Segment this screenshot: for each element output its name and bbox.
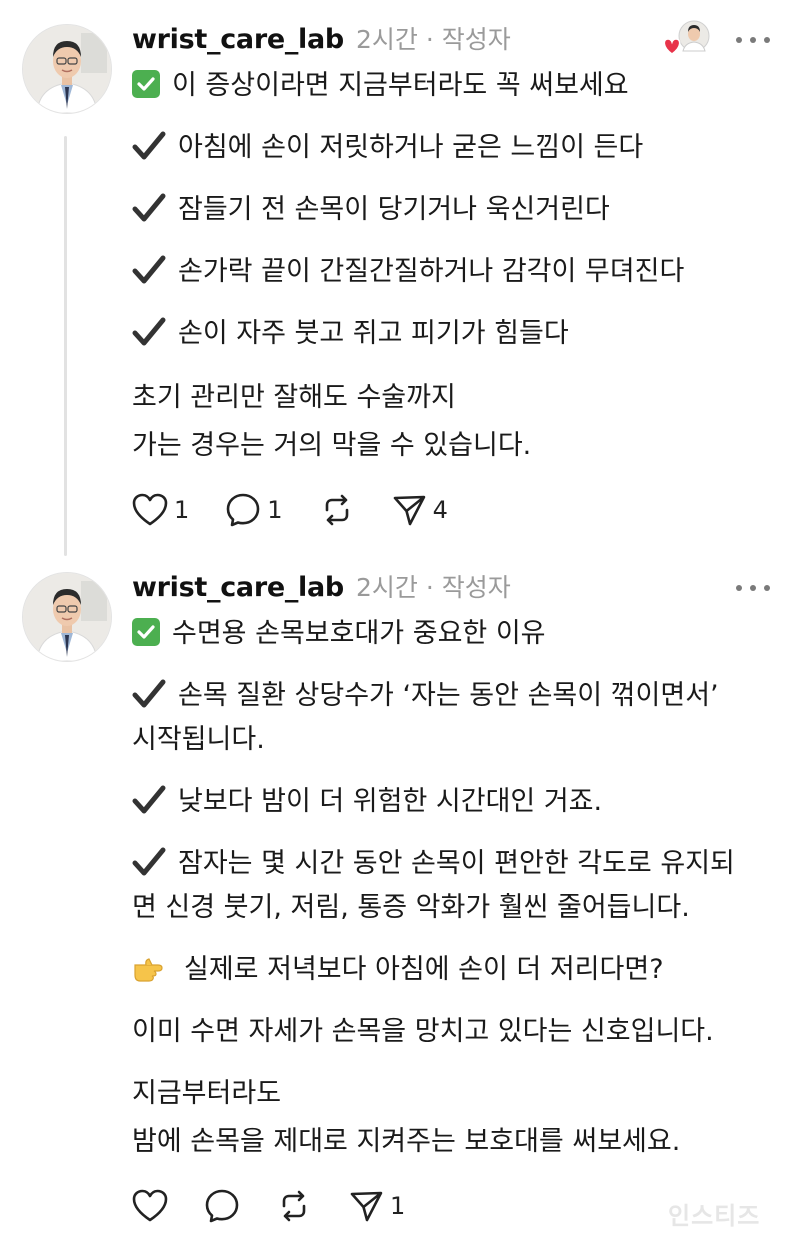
author-label: · 작성자 bbox=[425, 25, 511, 54]
doctor-avatar-icon bbox=[23, 25, 111, 113]
green-check-icon bbox=[132, 70, 160, 98]
post-header: wrist_care_lab 2시간 · 작성자 bbox=[132, 20, 511, 60]
dot-icon bbox=[750, 585, 756, 591]
closing-line: 초기 관리만 잘해도 수술까지 bbox=[132, 382, 456, 413]
bullet-item: 잠들기 전 손목이 당기거나 욱신거린다 bbox=[132, 190, 610, 230]
bullet-text: 손가락 끝이 간질간질하거나 감각이 무뎌진다 bbox=[178, 256, 685, 287]
reply-button[interactable]: 1 bbox=[225, 492, 283, 528]
username[interactable]: wrist_care_lab bbox=[132, 572, 344, 603]
check-mark-icon bbox=[132, 255, 166, 284]
post-2: wrist_care_lab 2시간 · 작성자 수면용 손목보호대가 중요한 … bbox=[0, 560, 800, 1246]
cta-line: 밤에 손목을 제대로 지켜주는 보호대를 써보세요. bbox=[132, 1126, 681, 1157]
bullet-item: 아침에 손이 저릿하거나 굳은 느낌이 든다 bbox=[132, 128, 643, 168]
repost-button[interactable] bbox=[319, 492, 355, 528]
bullet-text: 잠들기 전 손목이 당기거나 욱신거린다 bbox=[178, 194, 610, 225]
green-check-icon bbox=[132, 618, 160, 646]
pointer-line: 실제로 저녁보다 아침에 손이 더 저리다면? bbox=[132, 950, 664, 990]
dot-icon bbox=[736, 585, 742, 591]
share-button[interactable]: 4 bbox=[391, 492, 448, 528]
comment-icon bbox=[205, 1189, 239, 1223]
author-label: · 작성자 bbox=[425, 573, 511, 602]
dot-icon bbox=[764, 37, 770, 43]
bullet-continuation: 면 신경 붓기, 저림, 통증 악화가 훨씬 줄어듭니다. bbox=[132, 892, 690, 923]
repost-icon bbox=[325, 494, 348, 526]
bullet-text: 아침에 손이 저릿하거나 굳은 느낌이 든다 bbox=[178, 132, 644, 163]
share-count: 4 bbox=[432, 496, 448, 524]
bullet-text: 손이 자주 붓고 쥐고 피기가 힘들다 bbox=[178, 318, 569, 349]
more-options-button[interactable] bbox=[736, 35, 770, 45]
check-mark-icon bbox=[132, 785, 166, 814]
post-time: 2시간 bbox=[355, 25, 418, 54]
bullet-item: 손가락 끝이 간질간질하거나 감각이 무뎌진다 bbox=[132, 252, 684, 292]
repost-button[interactable] bbox=[276, 1188, 312, 1224]
cta-line: 지금부터라도 bbox=[132, 1078, 282, 1109]
check-mark-icon bbox=[132, 847, 166, 876]
bullet-item: 손이 자주 붓고 쥐고 피기가 힘들다 bbox=[132, 314, 569, 354]
send-icon bbox=[350, 1191, 383, 1222]
reply-count: 1 bbox=[267, 496, 283, 524]
bullet-item: 잠자는 몇 시간 동안 손목이 편안한 각도로 유지되 bbox=[132, 844, 735, 884]
post-headline: 이 증상이라면 지금부터라도 꼭 써보세요 bbox=[132, 66, 629, 106]
headline-text: 이 증상이라면 지금부터라도 꼭 써보세요 bbox=[172, 70, 629, 101]
avatar[interactable] bbox=[22, 572, 112, 662]
closing-line: 가는 경우는 거의 막을 수 있습니다. bbox=[132, 430, 532, 461]
check-mark-icon bbox=[132, 193, 166, 222]
like-count: 1 bbox=[174, 496, 190, 524]
thread-line bbox=[64, 136, 67, 556]
post-time: 2시간 bbox=[355, 573, 418, 602]
bullet-item: 낮보다 밤이 더 위험한 시간대인 거죠. bbox=[132, 782, 602, 822]
action-bar: 1 bbox=[132, 1186, 441, 1226]
headline-text: 수면용 손목보호대가 중요한 이유 bbox=[172, 618, 546, 649]
heart-icon bbox=[132, 1189, 168, 1222]
liked-by-author bbox=[658, 20, 718, 60]
dot-icon bbox=[736, 37, 742, 43]
post-headline: 수면용 손목보호대가 중요한 이유 bbox=[132, 614, 546, 654]
share-count: 1 bbox=[390, 1192, 406, 1220]
bullet-text: 손목 질환 상당수가 ‘자는 동안 손목이 꺾이면서’ bbox=[178, 680, 719, 711]
dot-icon bbox=[750, 37, 756, 43]
more-options-button[interactable] bbox=[736, 583, 770, 593]
check-mark-icon bbox=[132, 679, 166, 708]
pointing-hand-icon bbox=[134, 958, 163, 982]
signal-line: 이미 수면 자세가 손목을 망치고 있다는 신호입니다. bbox=[132, 1016, 714, 1047]
like-button[interactable]: 1 bbox=[132, 493, 189, 527]
post-1: wrist_care_lab 2시간 · 작성자 이 증상이라면 지금부터라도 … bbox=[0, 0, 800, 560]
bullet-item: 손목 질환 상당수가 ‘자는 동안 손목이 꺾이면서’ bbox=[132, 676, 719, 716]
reply-button[interactable] bbox=[204, 1188, 240, 1224]
avatar[interactable] bbox=[22, 24, 112, 114]
comment-icon bbox=[226, 493, 260, 527]
liked-avatar-icon bbox=[663, 20, 710, 55]
post-header: wrist_care_lab 2시간 · 작성자 bbox=[132, 568, 511, 608]
username[interactable]: wrist_care_lab bbox=[132, 24, 344, 55]
share-button[interactable]: 1 bbox=[348, 1188, 405, 1224]
bullet-continuation: 시작됩니다. bbox=[132, 724, 265, 755]
watermark: 인스티즈 bbox=[668, 1202, 761, 1230]
check-mark-icon bbox=[132, 317, 166, 346]
pointer-text: 실제로 저녁보다 아침에 손이 더 저리다면? bbox=[184, 954, 664, 985]
bullet-text: 잠자는 몇 시간 동안 손목이 편안한 각도로 유지되 bbox=[178, 848, 735, 879]
send-icon bbox=[393, 495, 425, 526]
action-bar: 1 1 4 bbox=[132, 490, 484, 530]
doctor-avatar-icon bbox=[23, 573, 111, 661]
like-button[interactable] bbox=[132, 1189, 168, 1223]
repost-icon bbox=[282, 1190, 306, 1222]
dot-icon bbox=[764, 585, 770, 591]
check-mark-icon bbox=[132, 131, 166, 160]
heart-icon bbox=[132, 493, 168, 526]
bullet-text: 낮보다 밤이 더 위험한 시간대인 거죠. bbox=[178, 786, 603, 817]
